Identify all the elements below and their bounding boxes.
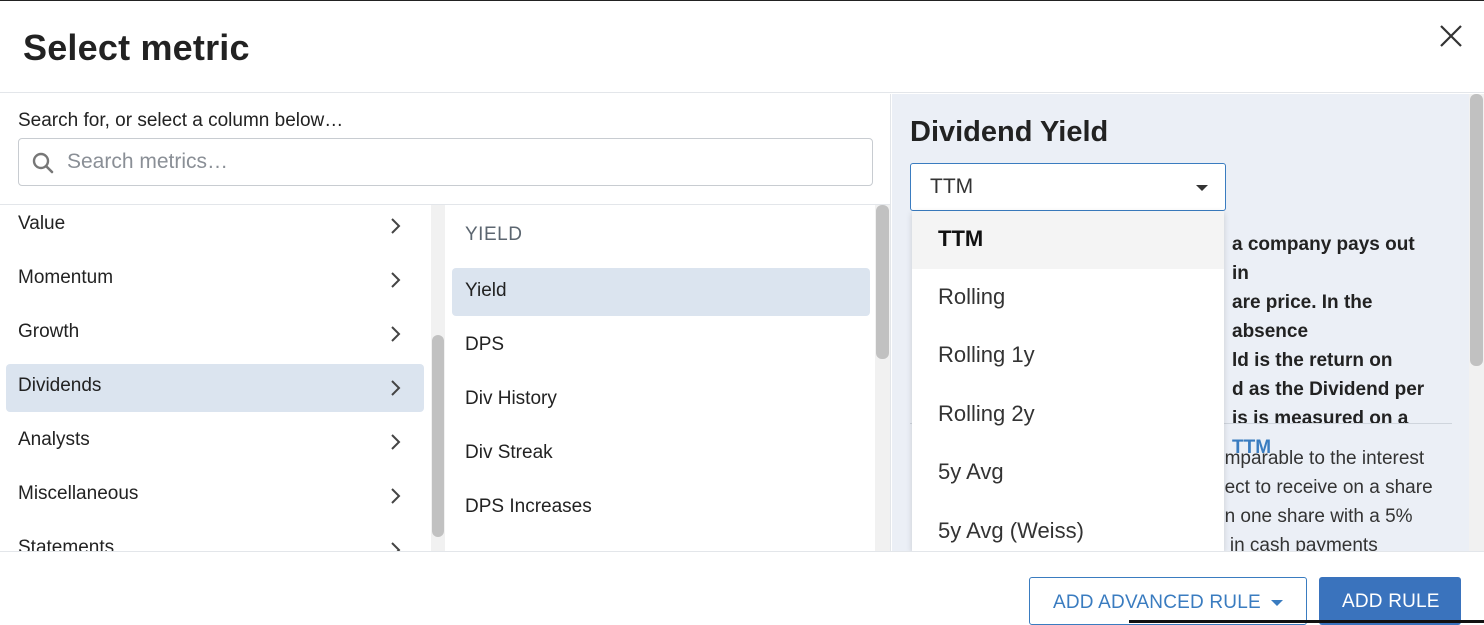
search-box[interactable] [18,138,873,186]
dialog-title: Select metric [23,27,250,68]
period-option-ttm[interactable]: TTM [912,211,1224,269]
desc-line: is is measured on a [1232,408,1409,429]
metric-item-dps-increases[interactable]: DPS Increases [452,484,870,532]
button-label: ADD ADVANCED RULE [1053,592,1261,613]
chevron-right-icon [391,542,401,551]
category-item-miscellaneous[interactable]: Miscellaneous [6,472,424,520]
option-label: TTM [938,226,984,251]
metric-list: YIELD Yield DPS Div History Div Streak D… [446,205,876,551]
metric-detail-title: Dividend Yield [910,116,1109,148]
category-item-value[interactable]: Value [6,205,424,250]
period-select[interactable]: TTM [910,163,1226,211]
dialog-footer: ADD ADVANCED RULE ADD RULE [0,551,1484,625]
option-label: Rolling 2y [938,401,1035,426]
metric-item-yield[interactable]: Yield [452,268,870,316]
category-scrollbar[interactable] [431,205,445,551]
option-label: 5y Avg [938,459,1004,484]
category-label: Analysts [18,429,90,450]
category-item-momentum[interactable]: Momentum [6,256,424,304]
category-label: Dividends [18,375,102,396]
category-label: Statements [18,537,115,551]
add-rule-button[interactable]: ADD RULE [1319,577,1461,625]
chevron-right-icon [391,488,401,504]
period-dropdown-menu: TTM Rolling Rolling 1y Rolling 2y 5y Avg… [912,211,1224,551]
period-option-rolling-2y[interactable]: Rolling 2y [912,386,1224,444]
option-label: Rolling 1y [938,342,1035,367]
chevron-right-icon [391,272,401,288]
option-label: 5y Avg (Weiss) [938,518,1084,543]
category-label: Growth [18,321,80,342]
metric-label: Div Streak [465,442,553,463]
scrollbar-thumb[interactable] [1470,94,1483,366]
metric-label: Yield [465,280,507,301]
period-option-5y-avg-weiss[interactable]: 5y Avg (Weiss) [912,503,1224,551]
chevron-right-icon [391,434,401,450]
chevron-right-icon [391,218,401,234]
metric-label: Div History [465,388,557,409]
chevron-right-icon [391,326,401,342]
category-label: Momentum [18,267,114,288]
metric-item-div-history[interactable]: Div History [452,376,870,424]
period-option-rolling[interactable]: Rolling [912,269,1224,327]
search-icon [32,152,54,174]
period-option-5y-avg[interactable]: 5y Avg [912,444,1224,502]
dialog-header: Select metric [0,1,1484,93]
close-button[interactable] [1436,21,1466,51]
period-select-value: TTM [930,175,974,198]
category-item-analysts[interactable]: Analysts [6,418,424,466]
search-input[interactable] [67,145,857,179]
category-label: Value [18,213,66,234]
metric-label: DPS Increases [465,496,592,517]
category-list: Value Momentum Growth Dividends Analysts… [0,205,430,551]
period-option-rolling-1y[interactable]: Rolling 1y [912,327,1224,385]
close-icon [1440,25,1462,47]
metric-label: DPS [465,334,505,355]
detail-scrollbar[interactable] [1469,94,1484,551]
category-item-statements[interactable]: Statements [6,526,424,551]
chevron-right-icon [391,380,401,396]
caret-down-icon [1271,600,1283,606]
search-label: Search for, or select a column below… [18,110,344,131]
option-label: Rolling [938,284,1006,309]
add-advanced-rule-button[interactable]: ADD ADVANCED RULE [1029,577,1307,625]
caret-down-icon [1196,185,1208,191]
category-label: Miscellaneous [18,483,139,504]
metric-browser: Search for, or select a column below… Va… [0,94,891,551]
metric-item-div-streak[interactable]: Div Streak [452,430,870,478]
metric-scrollbar[interactable] [875,205,890,551]
scrollbar-thumb[interactable] [876,205,889,359]
metric-item-dps[interactable]: DPS [452,322,870,370]
scrollbar-thumb[interactable] [432,335,444,537]
metric-group-heading: YIELD [465,224,523,245]
category-item-dividends[interactable]: Dividends [6,364,424,412]
category-item-growth[interactable]: Growth [6,310,424,358]
button-label: ADD RULE [1342,591,1440,612]
